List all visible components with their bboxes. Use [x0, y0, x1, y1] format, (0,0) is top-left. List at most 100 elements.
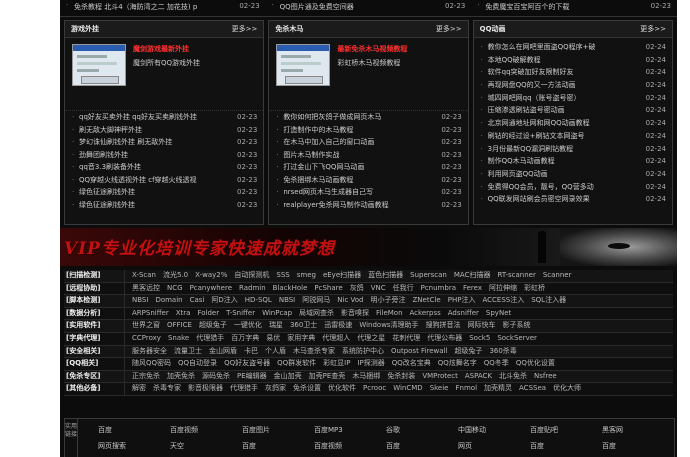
nav-item[interactable]: Adsniffer: [448, 308, 479, 320]
nav-item[interactable]: NBSI: [132, 295, 148, 307]
nav-item[interactable]: Superscan: [410, 270, 447, 282]
nav-item[interactable]: 代理公布器: [427, 333, 462, 345]
nav-item[interactable]: 木马查杀专家: [293, 346, 335, 358]
more-link[interactable]: 更多>>: [436, 24, 462, 34]
nav-item[interactable]: 影音极限器: [188, 383, 223, 395]
featured-thumbnail[interactable]: [276, 44, 331, 86]
nav-item[interactable]: ACCESS注入: [482, 295, 524, 307]
list-item[interactable]: 劲舞团刷钱外挂02-23: [71, 148, 258, 161]
useful-link[interactable]: 网页: [458, 441, 530, 457]
list-item[interactable]: 教你如何把灰鸽子做成网页木马02-23: [275, 111, 462, 124]
nav-item[interactable]: 世界之窗: [132, 320, 160, 332]
useful-link[interactable]: 网页搜索: [98, 441, 170, 457]
nav-item[interactable]: VMProtect: [422, 371, 458, 383]
useful-link[interactable]: 百度视频: [170, 425, 242, 441]
nav-item[interactable]: 流量卫士: [174, 346, 202, 358]
nav-item[interactable]: 优化大师: [553, 383, 581, 395]
nav-item[interactable]: 网际快车: [468, 320, 496, 332]
nav-item[interactable]: 阿锐网马: [302, 295, 330, 307]
nav-item[interactable]: 免杀设置: [293, 383, 321, 395]
nav-item[interactable]: 木马捆绑: [352, 371, 380, 383]
nav-item[interactable]: 代理超人: [322, 333, 350, 345]
nav-item[interactable]: PHP注入: [448, 295, 476, 307]
nav-item[interactable]: 加壳PE查壳: [309, 371, 346, 383]
list-item[interactable]: 绿色征途刷钱外挂02-23: [71, 186, 258, 199]
useful-link[interactable]: 中国移动: [458, 425, 530, 441]
nav-item[interactable]: 加壳精灵: [484, 383, 512, 395]
nav-item[interactable]: Outpost Firewall: [391, 346, 447, 358]
list-item[interactable]: 城四网吧网qq（账号盗号密）02-24: [480, 91, 666, 105]
nav-item[interactable]: SpyNet: [486, 308, 511, 320]
featured-title[interactable]: 最新免杀木马视频教程: [337, 44, 461, 54]
more-link[interactable]: 更多>>: [640, 24, 666, 34]
nav-item[interactable]: Windows清理助手: [359, 320, 418, 332]
nav-item[interactable]: Ferex: [463, 283, 482, 295]
nav-item[interactable]: 流光5.0: [163, 270, 188, 282]
list-item[interactable]: 本地QQ破解教程02-24: [480, 53, 666, 67]
nav-item[interactable]: Scanner: [543, 270, 572, 282]
nav-item[interactable]: ZNetCle: [413, 295, 441, 307]
nav-item[interactable]: QQ群发软件: [277, 358, 316, 370]
nav-item[interactable]: 个人盾: [265, 346, 286, 358]
nav-item[interactable]: 优化软件: [328, 383, 356, 395]
nav-item[interactable]: 彩虹显IP: [323, 358, 350, 370]
nav-item[interactable]: 灰鸽: [350, 283, 364, 295]
nav-item[interactable]: QQ冬季: [484, 358, 509, 370]
list-item[interactable]: 制作QQ木马动画教程02-24: [480, 155, 666, 168]
useful-link[interactable]: 天空: [170, 441, 242, 457]
nav-item[interactable]: 代理猎手: [230, 383, 258, 395]
useful-link[interactable]: 谷歌: [386, 425, 458, 441]
nav-item[interactable]: 系统防护中心: [342, 346, 384, 358]
list-item[interactable]: 梦幻诛仙刷钱外挂 刷无敌外挂02-23: [71, 136, 258, 149]
list-item[interactable]: realplayer免杀网马制作动画教程02-23: [275, 198, 462, 211]
nav-item[interactable]: 360杀毒: [489, 346, 516, 358]
top-news-text[interactable]: QQ图片通及免费空间器: [280, 3, 354, 11]
nav-item[interactable]: 一键优化: [234, 320, 262, 332]
nav-item[interactable]: 金山加壳: [274, 371, 302, 383]
panel-title[interactable]: 游戏外挂: [71, 24, 99, 34]
nav-item[interactable]: Fnmol: [456, 383, 478, 395]
useful-link[interactable]: 百度图片: [242, 425, 314, 441]
nav-item[interactable]: 超级兔子: [199, 320, 227, 332]
top-news-text[interactable]: 免费魔宝百宝阿百个的下载: [485, 3, 569, 11]
nav-item[interactable]: IP探测器: [357, 358, 384, 370]
nav-item[interactable]: SockServer: [497, 333, 537, 345]
nav-item[interactable]: eEye扫描器: [323, 270, 361, 282]
nav-item[interactable]: 卡巴: [244, 346, 258, 358]
list-item[interactable]: 在木马中加入自己的窗口动画02-23: [275, 136, 462, 149]
nav-item[interactable]: 免杀封装: [387, 371, 415, 383]
nav-item[interactable]: Nsfree: [534, 371, 557, 383]
nav-item[interactable]: 明小子旁注: [371, 295, 406, 307]
list-item[interactable]: 压缩渗透刷钻盗号密动画02-24: [480, 104, 666, 118]
nav-item[interactable]: X-Scan: [132, 270, 156, 282]
list-item[interactable]: 刷钻的经过设+刷钻文本网盗号02-24: [480, 129, 666, 143]
top-news-item[interactable]: QQ图片通及免费空间器 02-23: [266, 0, 472, 16]
list-item[interactable]: 绿色征途刷钱外挂02-23: [71, 198, 258, 211]
list-item[interactable]: 打过金山下飞QQ网马动画02-23: [275, 161, 462, 174]
nav-item[interactable]: BlackHole: [273, 283, 308, 295]
panel-title[interactable]: 免杀木马: [275, 24, 303, 34]
nav-item[interactable]: 黑客远控: [132, 283, 160, 295]
nav-item[interactable]: 影子系统: [503, 320, 531, 332]
top-news-text[interactable]: 免杀教程 北斗4（海防湾之二 加花技) p: [74, 3, 197, 11]
nav-item[interactable]: 灰鸽家: [265, 383, 286, 395]
useful-link[interactable]: 黑客网: [602, 425, 674, 441]
nav-item[interactable]: 阿拉伸缩: [489, 283, 517, 295]
list-item[interactable]: qq音3.3刷装备外挂02-23: [71, 161, 258, 174]
nav-item[interactable]: RT-scanner: [497, 270, 535, 282]
featured-title[interactable]: 魔剑游戏最新外挂: [133, 44, 257, 54]
nav-item[interactable]: Pcanywhere: [190, 283, 232, 295]
useful-link[interactable]: 百度: [242, 441, 314, 457]
featured-thumbnail[interactable]: [72, 44, 126, 86]
list-item[interactable]: 图片木马制作实战02-23: [275, 148, 462, 161]
nav-item[interactable]: 360卫士: [290, 320, 317, 332]
list-item[interactable]: 教你怎么在网吧里面盗QQ程序+破02-24: [480, 41, 666, 54]
nav-item[interactable]: WinCMD: [393, 383, 422, 395]
nav-item[interactable]: Ackerpss: [410, 308, 441, 320]
nav-item[interactable]: PcShare: [314, 283, 342, 295]
nav-item[interactable]: Pcrooc: [363, 383, 386, 395]
nav-item[interactable]: 正宗免杀: [132, 371, 160, 383]
nav-item[interactable]: X-way2%: [195, 270, 227, 282]
list-item[interactable]: 利用网页盗QQ动画02-24: [480, 167, 666, 181]
nav-item[interactable]: SSS: [276, 270, 289, 282]
